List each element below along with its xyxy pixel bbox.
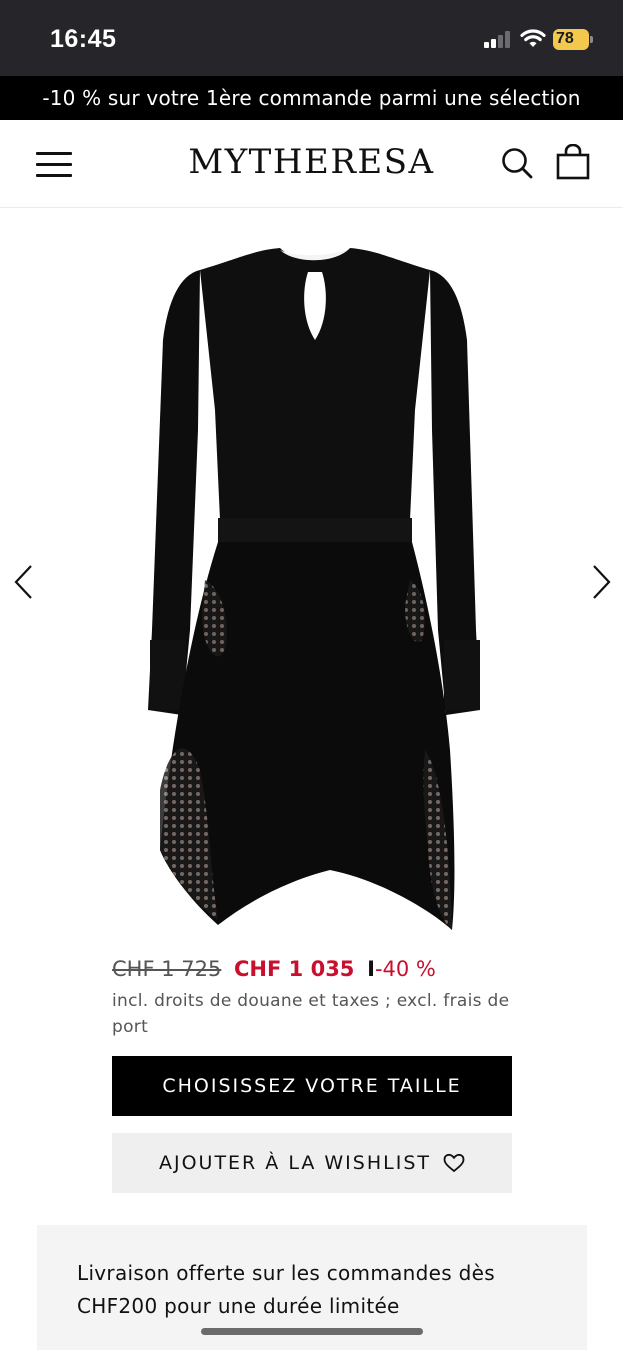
battery-icon: 78 bbox=[553, 29, 593, 50]
search-icon[interactable] bbox=[500, 146, 534, 180]
price-row: CHF 1 725 CHF 1 035 I-40 % bbox=[112, 957, 436, 981]
choose-size-button[interactable]: CHOISISSEZ VOTRE TAILLE bbox=[112, 1056, 512, 1116]
brand-logo[interactable]: MYTHERESA bbox=[160, 142, 463, 182]
signal-icon bbox=[484, 31, 512, 48]
shipping-text: Livraison offerte sur les commandes dès … bbox=[77, 1261, 495, 1318]
original-price: CHF 1 725 bbox=[112, 957, 222, 981]
wishlist-label: AJOUTER À LA WISHLIST bbox=[158, 1152, 431, 1174]
add-to-wishlist-button[interactable]: AJOUTER À LA WISHLIST bbox=[112, 1133, 512, 1193]
discount-badge: -40 % bbox=[374, 957, 436, 981]
promo-banner[interactable]: -10 % sur votre 1ère commande parmi une … bbox=[0, 76, 623, 120]
sale-price: CHF 1 035 bbox=[234, 957, 355, 981]
product-image bbox=[148, 248, 480, 930]
promo-text: -10 % sur votre 1ère commande parmi une … bbox=[42, 86, 581, 110]
wifi-icon bbox=[520, 29, 546, 47]
battery-level: 78 bbox=[556, 30, 574, 47]
menu-icon[interactable] bbox=[36, 150, 74, 178]
shopping-bag-icon[interactable] bbox=[555, 144, 591, 180]
heart-icon bbox=[443, 1153, 465, 1173]
status-bar: 16:45 78 bbox=[0, 0, 623, 76]
chevron-right-icon[interactable] bbox=[583, 560, 617, 604]
price-separator: I bbox=[367, 957, 375, 981]
site-header: MYTHERESA bbox=[0, 120, 623, 208]
chevron-left-icon[interactable] bbox=[8, 560, 42, 604]
choose-size-label: CHOISISSEZ VOTRE TAILLE bbox=[162, 1075, 462, 1097]
tax-note: incl. droits de douane et taxes ; excl. … bbox=[112, 991, 510, 1037]
status-time: 16:45 bbox=[50, 25, 117, 53]
home-indicator[interactable] bbox=[201, 1328, 423, 1335]
product-image-gallery[interactable] bbox=[0, 210, 623, 950]
